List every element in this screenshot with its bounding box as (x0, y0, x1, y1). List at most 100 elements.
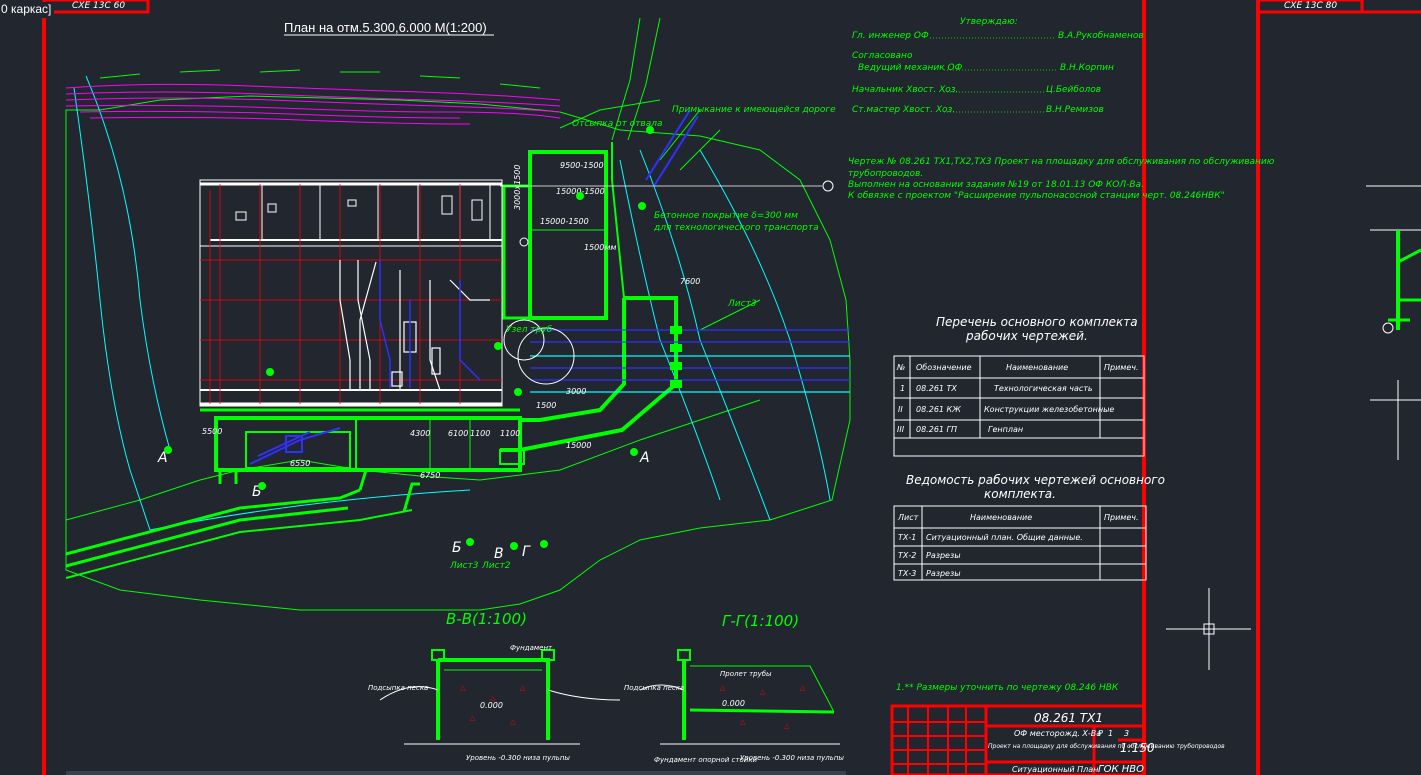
dim-text: 3000 (566, 387, 586, 396)
dim-text: 5500 (202, 427, 222, 436)
title-block-sheet: 1 (1108, 729, 1113, 738)
terrain-cyan-lines (73, 75, 831, 531)
approval-name-3: В.Н.Ремизов (1046, 105, 1104, 115)
main-set-header-no: № (896, 363, 905, 372)
interior-piping (339, 260, 490, 391)
dim-text: 15000 (566, 441, 591, 450)
section-vv-title: В-В(1:100) (446, 610, 527, 628)
sheets-header-name: Наименование (970, 513, 1032, 522)
svg-text:△: △ (740, 719, 746, 726)
dim-text: 3000x1500 (513, 165, 522, 210)
approval-agreed: Согласовано (852, 51, 913, 61)
section-gg-drawing (639, 649, 840, 745)
plan-note-sheet2: Лист2 (481, 561, 511, 571)
dim-text: 6550 (290, 459, 310, 468)
section-gg-label: Пролет трубы (720, 670, 772, 678)
title-block-code: 08.261 ТХ1 (1034, 711, 1103, 725)
dim-text: 15000-1500 (540, 217, 589, 226)
section-vv-level: 0.000 (480, 701, 503, 710)
approval-name-2: Ц.Бейболов (1046, 85, 1101, 95)
crosshair-cursor[interactable] (1166, 588, 1251, 670)
dim-text: 1100 (500, 429, 520, 438)
dim-text: 7600 (680, 277, 700, 286)
frame-stamp-right: СХЕ 13С 80 (1284, 1, 1337, 11)
section-vv-label: Фундамент (510, 644, 553, 652)
sheets-subtitle: комплекта. (984, 487, 1056, 501)
dim-text: 9500-1500 (560, 161, 604, 170)
plan-note-sheet3-b: Лист3 (449, 561, 479, 571)
section-vv-label: Уровень -0.300 низа пульпы (466, 754, 570, 762)
main-set-cell: II (898, 405, 903, 414)
main-set-header-note: Примеч. (1104, 363, 1139, 372)
plan-note-concrete-2: для технологического транспорта (653, 223, 819, 233)
note-line-3: Выполнен на основании задания №19 от 18.… (848, 180, 1144, 190)
approval-chief-role: Гл. инженер ОФ (852, 31, 929, 41)
title-block-firm: ГОК НВО (1098, 764, 1144, 775)
section-mark-b-lower: Б (452, 540, 462, 556)
svg-text:△: △ (800, 685, 806, 692)
sheets-cell: ТХ-1 (898, 533, 916, 542)
svg-text:△: △ (460, 685, 466, 692)
approval-role-1: Ведущий механик ОФ (858, 63, 963, 73)
title-block-org: ОФ месторожд. Х-Ва (1014, 729, 1101, 738)
plan-note-concrete-1: Бетонное покрытие δ=300 мм (654, 211, 798, 221)
sheets-cell: Ситуационный план. Общие данные. (926, 533, 1083, 542)
approval-role-2: Начальник Хвост. Хоз. (852, 85, 958, 95)
svg-text:△: △ (720, 685, 726, 692)
section-mark-g: Г (522, 544, 531, 560)
main-set-title: Перечень основного комплекта (936, 315, 1138, 329)
approval-signature-lines (930, 37, 1056, 113)
section-vv-label: Подсыпка песка (368, 684, 428, 692)
drawing-canvas[interactable]: СХЕ 13С 60 СХЕ 13С 80 План на отм.5.300,… (0, 0, 1421, 775)
main-set-cell: Генплан (988, 425, 1023, 434)
dim-text: 1500мм (584, 243, 616, 252)
approval-chief-name: В.А.Рукобнаменов (1058, 31, 1144, 41)
dim-text: 1100 (470, 429, 490, 438)
right-sheet-fragment (1366, 185, 1421, 460)
main-set-header-name: Наименование (1006, 363, 1068, 372)
main-set-subtitle: рабочих чертежей. (965, 329, 1088, 343)
main-set-cell: Конструкции железобетонные (984, 405, 1114, 414)
dim-text: 6750 (420, 471, 440, 480)
section-mark-a-right: А (639, 450, 650, 466)
svg-text:△: △ (470, 715, 476, 722)
title-block-desc: Проект на площадку для обслуживания по о… (988, 743, 1225, 750)
plan-title: План на отм.5.300,6.000 М(1:200) (284, 20, 487, 35)
svg-text:△: △ (784, 723, 790, 730)
note-line-1: Чертеж № 08.261 ТХ1,ТХ2,ТХ3 Проект на пл… (848, 157, 1275, 167)
terrain-contours (65, 95, 851, 611)
plan-note-junction: Примыкание к имеющейся дороге (672, 105, 836, 115)
svg-text:△: △ (760, 689, 766, 696)
sheets-cell: ТХ-2 (898, 551, 916, 560)
approval-name-1: В.Н.Корпин (1060, 63, 1114, 73)
section-gg-title: Г-Г(1:100) (722, 612, 799, 630)
dim-text: 1500 (536, 401, 556, 410)
main-set-cell: 1 (900, 384, 905, 393)
main-set-header-code: Обозначение (916, 363, 972, 372)
main-set-cell: 08.261 КЖ (916, 405, 961, 414)
plan-note-pipe-node: Узел труб (506, 325, 553, 335)
section-gg-label: Подсыпка песка (624, 684, 684, 692)
title-block-sheets-total: 3 (1124, 729, 1129, 738)
main-set-cell: Технологическая часть (994, 384, 1093, 393)
title-block-scale: 1:150 (1120, 741, 1155, 755)
section-gg-label: Уровень -0.300 низа пульпы (740, 754, 844, 762)
section-vv-drawing (379, 649, 621, 745)
main-set-cell: III (897, 425, 905, 434)
viewport-label[interactable]: 0 каркас] (0, 2, 55, 16)
section-gg-level: 0.000 (722, 699, 745, 708)
drawing-frame (42, 0, 1421, 775)
approval-heading: Утверждаю: (960, 17, 1018, 27)
bottom-status-strip (66, 771, 846, 775)
svg-text:△: △ (510, 719, 516, 726)
sheets-cell: Разрезы (926, 569, 961, 578)
footnote: 1.** Размеры уточнить по чертежу 08.246 … (896, 683, 1119, 693)
building-plan (199, 179, 503, 407)
title-block-plan-name: Ситуационный План (1012, 765, 1098, 774)
svg-text:△: △ (520, 685, 526, 692)
sheets-cell: Разрезы (926, 551, 961, 560)
dim-text: 4300 (410, 429, 430, 438)
note-line-2: трубопроводов. (848, 169, 923, 179)
main-set-cell: 08.261 ГП (916, 425, 957, 434)
sheets-cell: ТХ-3 (898, 569, 916, 578)
